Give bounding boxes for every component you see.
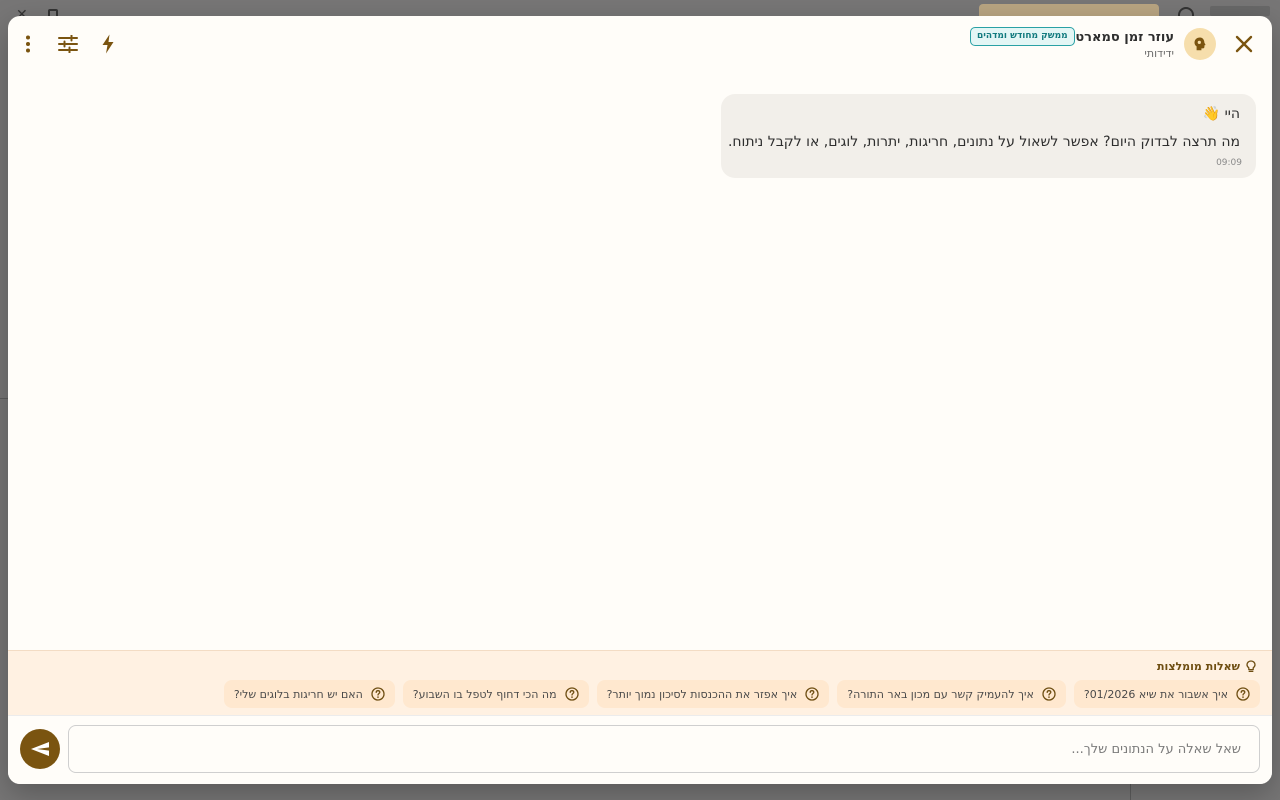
help-circle-icon [1236,687,1250,701]
background-date-pill [979,4,1159,16]
help-circle-icon [805,687,819,701]
close-icon [1235,35,1253,53]
suggestion-chips: איך אשבור את שיא 01/2026? איך להעמיק קשר… [223,680,1260,708]
close-button[interactable] [1226,26,1262,62]
more-options-button[interactable] [10,26,46,62]
tune-icon [58,35,78,53]
message-input[interactable] [68,725,1260,773]
message-text: מה תרצה לבדוק היום? אפשר לשאול על נתונים… [727,134,1240,150]
background-app-icon [1178,7,1194,16]
assistant-dialog: עוזר זמן סמארט ידידותי ממשק מחודש ומדהים… [8,16,1272,784]
more-vertical-icon [26,35,30,53]
message-timestamp: 09:09 [1216,158,1242,168]
background-divider [1130,784,1131,800]
suggestion-chip[interactable]: איך אפזר את ההכנסות לסיכון נמוך יותר? [596,680,830,708]
brain-icon [1194,37,1206,51]
help-circle-icon [564,687,579,701]
suggestion-chip-label: איך אפזר את ההכנסות לסיכון נמוך יותר? [606,687,798,701]
assistant-message: היי 👋 מה תרצה לבדוק היום? אפשר לשאול על … [721,94,1256,178]
suggestion-chip[interactable]: מה הכי דחוף לטפל בו השבוע? [402,680,589,708]
lightbulb-icon [1246,660,1256,673]
suggestion-chip-label: מה הכי דחוף לטפל בו השבוע? [412,687,557,701]
background-divider [0,398,8,399]
message-greeting: היי 👋 [1202,106,1240,122]
help-circle-icon [1042,687,1056,701]
send-button[interactable] [20,729,60,769]
suggestion-chip-label: איך להעמיק קשר עם מכון באר התורה? [847,687,1034,701]
suggestion-chip[interactable]: האם יש חריגות בלוגים שלי? [223,680,395,708]
bolt-icon [102,34,114,54]
suggestion-chip[interactable]: איך אשבור את שיא 01/2026? [1073,680,1260,708]
background-app-bar: ✕ [0,0,1280,22]
settings-button[interactable] [50,26,86,62]
suggested-questions-header: שאלות מומלצות [1157,660,1256,673]
help-circle-icon [371,687,385,701]
suggested-questions: שאלות מומלצות איך אשבור את שיא 01/2026? … [8,650,1272,715]
message-composer [8,715,1272,784]
suggested-questions-title: שאלות מומלצות [1157,660,1240,673]
suggestion-chip-label: איך אשבור את שיא 01/2026? [1083,687,1228,701]
dialog-header: עוזר זמן סמארט ידידותי ממשק מחודש ומדהים [8,16,1272,72]
background-app-title [1210,6,1270,16]
assistant-name: עוזר זמן סמארט [1075,30,1174,45]
assistant-avatar [1184,28,1216,60]
assistant-tone: ידידותי [1144,47,1174,60]
suggestion-chip-label: האם יש חריגות בלוגים שלי? [233,687,363,701]
suggestion-chip[interactable]: איך להעמיק קשר עם מכון באר התורה? [837,680,1066,708]
chat-messages: היי 👋 מה תרצה לבדוק היום? אפשר לשאול על … [8,72,1272,650]
new-interface-badge: ממשק מחודש ומדהים [970,27,1075,46]
send-icon [31,742,49,756]
quick-actions-button[interactable] [90,26,126,62]
